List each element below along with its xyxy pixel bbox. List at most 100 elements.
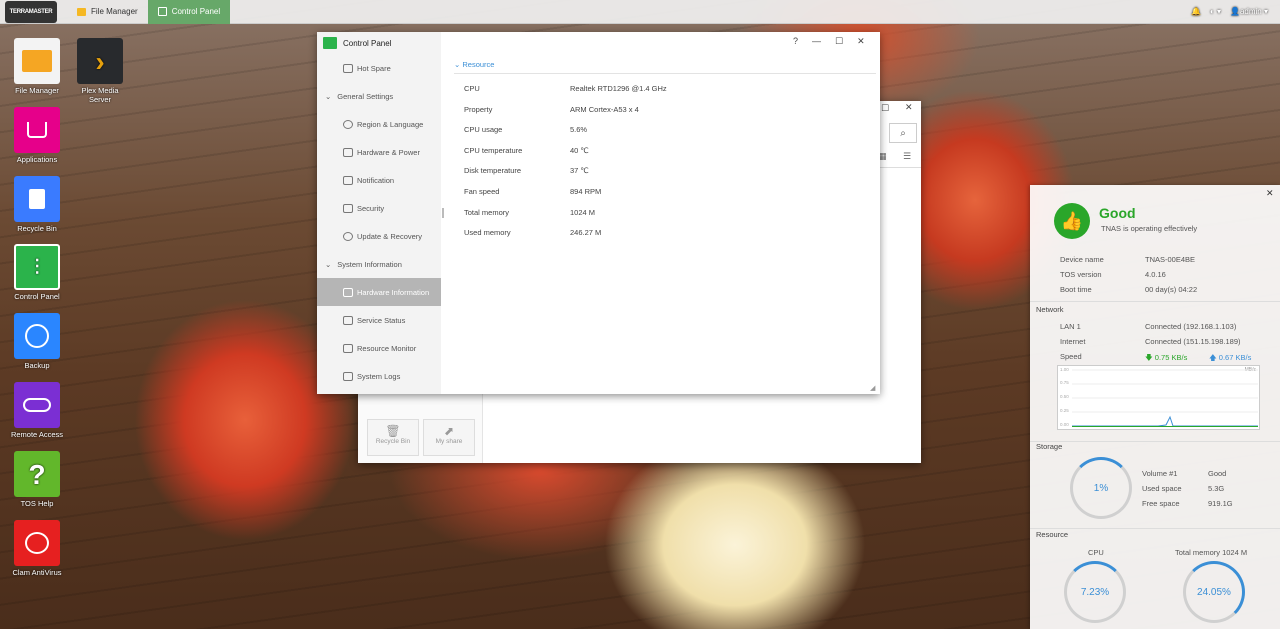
desktop-icon-tos-help[interactable]: ? TOS Help — [8, 451, 66, 508]
upload-line — [1072, 415, 1258, 427]
cpu-percent: 7.23% — [1080, 586, 1110, 598]
network-label: LAN 1 — [1060, 322, 1081, 331]
info-value: ARM Cortex-A53 x 4 — [570, 105, 639, 114]
resource-section-header[interactable]: ⌄ Resource — [454, 60, 876, 74]
nav-group-label: System Information — [337, 259, 402, 269]
thumbs-up-icon: 👍 — [1054, 203, 1090, 239]
desktop-icon-label: Recycle Bin — [17, 224, 57, 233]
divider — [1030, 441, 1280, 442]
nav-group-label: General Settings — [337, 91, 394, 101]
minimize-button[interactable]: — — [812, 36, 821, 47]
network-label: Internet — [1060, 337, 1086, 346]
system-status-panel: ✕ 👍 Good TNAS is operating effectively D… — [1030, 185, 1280, 629]
monitor-icon — [343, 315, 353, 325]
taskbar-tab-file-manager[interactable]: File Manager — [67, 0, 148, 24]
desktop-icon-recycle-bin[interactable]: Recycle Bin — [8, 176, 66, 233]
chevron-down-icon: ⌄ — [325, 259, 332, 269]
desktop-icon-clam-antivirus[interactable]: Clam AntiVirus — [8, 520, 66, 577]
nav-item-notification[interactable]: Notification — [317, 166, 441, 194]
notification-icon — [343, 175, 353, 185]
desktop-icon-applications[interactable]: Applications — [8, 107, 66, 164]
nav-item-label: Update & Recovery — [357, 231, 423, 241]
nav-item-system-logs[interactable]: System Logs — [317, 362, 441, 390]
control-panel-window: Control Panel Hot Spare ⌄ General Setting… — [317, 32, 880, 394]
nav-item-label: Resource Monitor — [357, 343, 417, 353]
question-icon: ? — [14, 451, 60, 497]
list-view-icon[interactable]: ☰ — [903, 151, 911, 162]
resize-handle[interactable]: ◢ — [870, 384, 875, 392]
folder-icon — [14, 38, 60, 84]
shopping-bag-icon — [14, 107, 60, 153]
nav-group-system-information[interactable]: ⌄ System Information — [317, 250, 441, 278]
info-label: Disk temperature — [464, 166, 522, 175]
info-label: Property — [464, 105, 493, 114]
window-title: Control Panel — [343, 38, 392, 48]
help-button[interactable]: ? — [793, 36, 798, 47]
desktop-icon-remote-access[interactable]: Remote Access — [8, 382, 66, 439]
terramaster-logo[interactable]: TERRAMASTER — [5, 0, 57, 23]
storage-label: Used space — [1142, 484, 1182, 493]
network-section-title: Network — [1036, 305, 1064, 314]
storage-usage-ring: 1% — [1070, 457, 1132, 519]
nav-item-label: Hot Spare — [357, 63, 391, 73]
nav-item-label: Notification — [357, 175, 395, 185]
recycle-bin-footer-button[interactable]: 🗑 Recycle Bin — [367, 419, 419, 456]
nav-item-hardware-information[interactable]: Hardware Information — [317, 278, 441, 306]
divider — [1030, 301, 1280, 302]
desktop-icon-label: Remote Access — [10, 430, 64, 439]
user-menu[interactable]: 👤admin ▾ — [1230, 7, 1268, 16]
cpu-label: CPU — [1088, 548, 1104, 557]
desktop-icon-label: File Manager — [15, 86, 59, 95]
footer-button-label: My share — [435, 438, 463, 445]
status-description: TNAS is operating effectively — [1101, 224, 1198, 233]
desktop-icon-backup[interactable]: Backup — [8, 313, 66, 370]
memory-usage-ring: 24.05% — [1183, 561, 1245, 623]
info-value: 1024 M — [570, 208, 596, 217]
plex-icon: › — [77, 38, 123, 84]
control-panel-titlebar: Control Panel — [317, 32, 441, 54]
control-panel-logo-icon — [323, 37, 337, 49]
storage-value: 919.1G — [1208, 499, 1233, 508]
storage-percent: 1% — [1093, 482, 1109, 494]
nav-item-update-recovery[interactable]: Update & Recovery — [317, 222, 441, 250]
desktop-icon-plex[interactable]: › Plex Media Server — [71, 38, 129, 104]
shield-icon — [343, 203, 353, 213]
desktop-icon-control-panel[interactable]: ⫶ Control Panel — [8, 244, 66, 301]
file-manager-close-button[interactable]: ✕ — [905, 102, 913, 113]
taskbar-tab-label: Control Panel — [171, 7, 221, 16]
speed-label: Speed — [1060, 352, 1082, 361]
update-icon — [343, 231, 353, 241]
desktop-icon-file-manager[interactable]: File Manager — [8, 38, 66, 95]
settings-dropdown-icon[interactable]: ◐ ▾ — [1210, 7, 1221, 16]
nav-item-service-status[interactable]: Service Status — [317, 306, 441, 334]
nav-item-label: Hardware Information — [357, 287, 430, 297]
sidebar-scrollbar[interactable] — [442, 208, 444, 218]
antivirus-icon — [14, 520, 60, 566]
panel-close-button[interactable]: ✕ — [1266, 188, 1274, 199]
arrow-down-icon: 🡇 — [1145, 353, 1155, 362]
nav-item-label: Region & Language — [357, 119, 424, 129]
hot-spare-icon — [343, 63, 353, 73]
maximize-button[interactable]: ☐ — [835, 36, 843, 47]
memory-percent: 24.05% — [1197, 586, 1231, 598]
bell-icon[interactable]: 🔔 — [1191, 7, 1201, 16]
file-manager-maximize-button[interactable]: ☐ — [881, 103, 889, 114]
search-button[interactable]: ⌕ — [889, 123, 917, 143]
nav-item-resource-monitor[interactable]: Resource Monitor — [317, 334, 441, 362]
storage-label: Free space — [1142, 499, 1180, 508]
cloud-icon — [14, 382, 60, 428]
info-label: CPU — [464, 84, 480, 93]
resource-section-title: Resource — [1036, 530, 1069, 539]
nav-item-security[interactable]: Security — [317, 194, 441, 222]
info-value: 37 ℃ — [570, 166, 589, 175]
globe-icon — [343, 119, 353, 129]
close-button[interactable]: ✕ — [857, 36, 865, 47]
nav-item-region-language[interactable]: Region & Language — [317, 110, 441, 138]
info-value: 246.27 M — [570, 228, 602, 237]
my-share-footer-button[interactable]: ⬈ My share — [423, 419, 475, 456]
nav-item-hardware-power[interactable]: Hardware & Power — [317, 138, 441, 166]
folder-icon — [77, 7, 86, 16]
nav-item-hot-spare[interactable]: Hot Spare — [317, 54, 441, 82]
nav-group-general-settings[interactable]: ⌄ General Settings — [317, 82, 441, 110]
taskbar-tab-control-panel[interactable]: Control Panel — [147, 0, 231, 24]
